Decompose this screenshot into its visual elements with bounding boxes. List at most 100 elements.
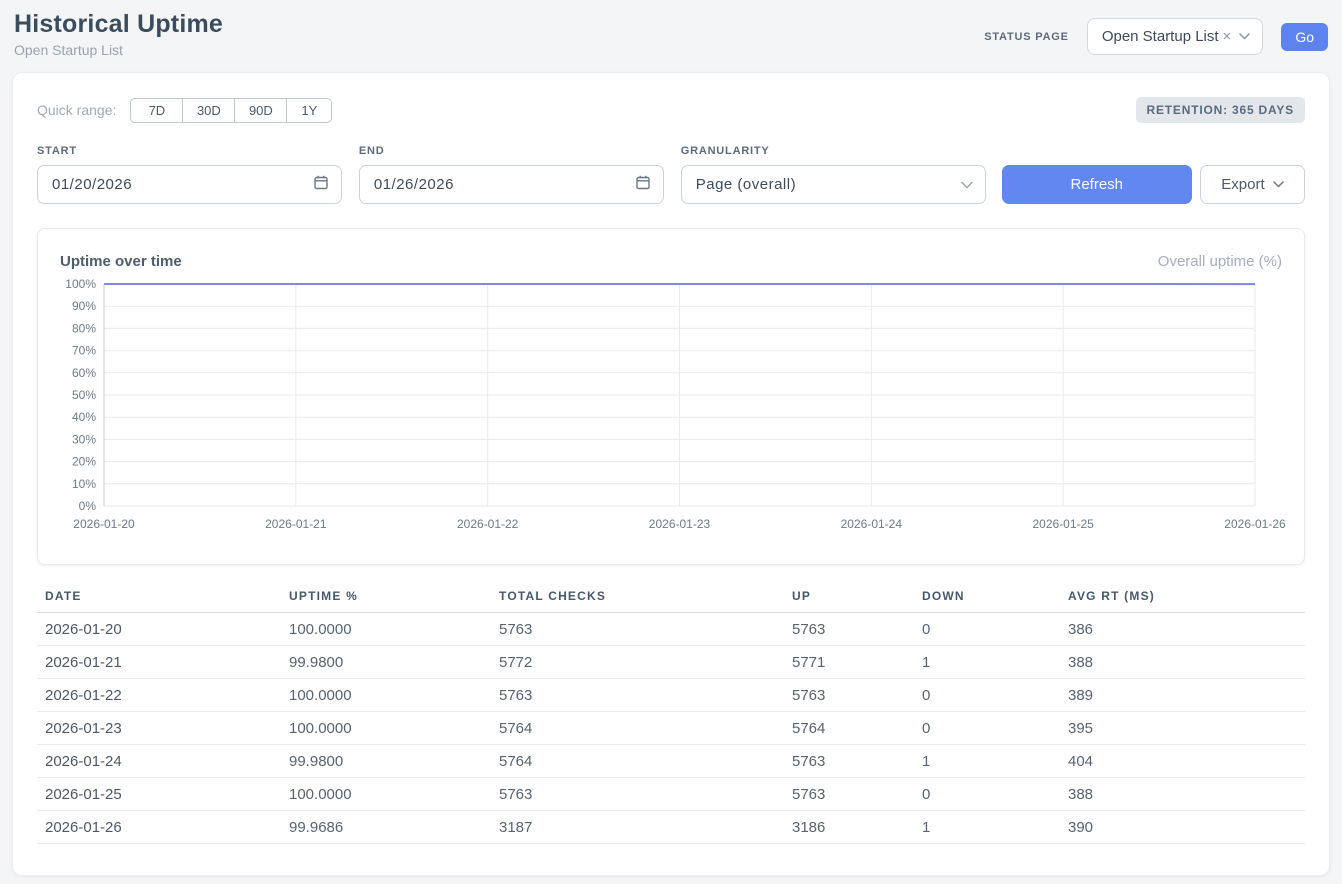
table-cell: 5763: [784, 621, 914, 638]
table-cell: 5764: [491, 720, 784, 737]
svg-text:30%: 30%: [72, 432, 96, 446]
table-cell: 5772: [491, 654, 784, 671]
quick-range-1y-button[interactable]: 1Y: [286, 98, 332, 123]
table-body: 2026-01-20100.00005763576303862026-01-21…: [37, 613, 1305, 844]
table-cell: 5771: [784, 654, 914, 671]
svg-text:2026-01-20: 2026-01-20: [73, 517, 135, 531]
chart-title: Uptime over time: [60, 253, 182, 270]
table-cell: 389: [1060, 687, 1305, 704]
svg-text:20%: 20%: [72, 455, 96, 469]
table-row: 2026-01-2699.9686318731861390: [37, 811, 1305, 844]
uptime-chart-card: Uptime over time Overall uptime (%) 0% 10…: [37, 228, 1305, 565]
go-button[interactable]: Go: [1281, 23, 1328, 51]
column-header-down: DOWN: [914, 589, 1060, 603]
table-cell: 388: [1060, 786, 1305, 803]
svg-text:2026-01-26: 2026-01-26: [1224, 517, 1286, 531]
svg-text:70%: 70%: [72, 344, 96, 358]
column-header-avg-rt: AVG RT (MS): [1060, 589, 1305, 603]
main-panel: Quick range: 7D 30D 90D 1Y RETENTION: 36…: [12, 72, 1330, 876]
table-cell: 5763: [491, 621, 784, 638]
table-cell: 1: [914, 654, 1060, 671]
uptime-chart-svg: 0%10%20%30%40%50%60%70%80%90%100%2026-01…: [38, 276, 1305, 536]
page-title: Historical Uptime: [14, 10, 223, 39]
table-cell: 0: [914, 786, 1060, 803]
table-row: 2026-01-22100.0000576357630389: [37, 679, 1305, 712]
status-page-select[interactable]: Open Startup List ×: [1087, 18, 1264, 55]
table-cell: 2026-01-20: [37, 621, 281, 638]
table-cell: 2026-01-22: [37, 687, 281, 704]
svg-text:80%: 80%: [72, 321, 96, 335]
table-cell: 100.0000: [281, 687, 491, 704]
retention-badge: RETENTION: 365 DAYS: [1136, 97, 1305, 123]
column-header-uptime: UPTIME %: [281, 589, 491, 603]
filter-controls-row: START 01/20/2026 END 01/26/2026 GRANULAR…: [37, 145, 1305, 204]
status-page-label: STATUS PAGE: [984, 31, 1069, 43]
table-cell: 404: [1060, 753, 1305, 770]
page-subtitle: Open Startup List: [14, 42, 223, 58]
svg-text:90%: 90%: [72, 299, 96, 313]
clear-selection-icon[interactable]: ×: [1223, 28, 1232, 45]
table-cell: 100.0000: [281, 720, 491, 737]
quick-range-30d-button[interactable]: 30D: [182, 98, 235, 123]
table-row: 2026-01-20100.0000576357630386: [37, 613, 1305, 646]
table-cell: 5763: [491, 687, 784, 704]
table-row: 2026-01-2499.9800576457631404: [37, 745, 1305, 778]
quick-range-label: Quick range:: [37, 102, 116, 118]
table-cell: 3186: [784, 819, 914, 836]
end-date-input[interactable]: 01/26/2026: [359, 165, 664, 204]
start-date-input[interactable]: 01/20/2026: [37, 165, 342, 204]
status-page-controls: STATUS PAGE Open Startup List × Go: [984, 18, 1328, 55]
table-cell: 99.9800: [281, 654, 491, 671]
table-cell: 5763: [491, 786, 784, 803]
granularity-selected-value: Page (overall): [696, 176, 796, 193]
table-cell: 99.9686: [281, 819, 491, 836]
column-header-up: UP: [784, 589, 914, 603]
calendar-icon[interactable]: [313, 174, 329, 195]
svg-text:0%: 0%: [79, 499, 97, 513]
granularity-select[interactable]: Page (overall): [681, 165, 986, 204]
table-cell: 5763: [784, 687, 914, 704]
refresh-button[interactable]: Refresh: [1002, 165, 1192, 204]
quick-range-90d-button[interactable]: 90D: [234, 98, 287, 123]
svg-text:60%: 60%: [72, 366, 96, 380]
table-cell: 0: [914, 720, 1060, 737]
table-row: 2026-01-2199.9800577257711388: [37, 646, 1305, 679]
table-cell: 386: [1060, 621, 1305, 638]
status-page-selected-value: Open Startup List: [1102, 28, 1219, 45]
quick-range-7d-button[interactable]: 7D: [130, 98, 183, 123]
table-cell: 0: [914, 687, 1060, 704]
top-header: Historical Uptime Open Startup List STAT…: [0, 0, 1342, 58]
calendar-icon[interactable]: [635, 174, 651, 195]
table-cell: 2026-01-25: [37, 786, 281, 803]
svg-text:10%: 10%: [72, 477, 96, 491]
table-header-row: DATE UPTIME % TOTAL CHECKS UP DOWN AVG R…: [37, 589, 1305, 613]
table-cell: 5763: [784, 753, 914, 770]
column-header-date: DATE: [37, 589, 281, 603]
svg-text:2026-01-23: 2026-01-23: [649, 517, 711, 531]
table-cell: 5764: [491, 753, 784, 770]
table-cell: 5763: [784, 786, 914, 803]
table-cell: 2026-01-26: [37, 819, 281, 836]
svg-text:40%: 40%: [72, 410, 96, 424]
chart-legend: Overall uptime (%): [1158, 253, 1282, 270]
start-date-value: 01/20/2026: [52, 176, 132, 193]
svg-text:2026-01-24: 2026-01-24: [841, 517, 903, 531]
quick-range-row: Quick range: 7D 30D 90D 1Y RETENTION: 36…: [37, 97, 1305, 123]
table-cell: 3187: [491, 819, 784, 836]
column-header-total-checks: TOTAL CHECKS: [491, 589, 784, 603]
svg-text:2026-01-21: 2026-01-21: [265, 517, 327, 531]
table-cell: 99.9800: [281, 753, 491, 770]
start-date-label: START: [37, 145, 342, 157]
svg-text:50%: 50%: [72, 388, 96, 402]
export-button-label: Export: [1221, 176, 1264, 193]
chevron-down-icon: [961, 181, 973, 189]
svg-text:2026-01-22: 2026-01-22: [457, 517, 519, 531]
export-button[interactable]: Export: [1200, 165, 1305, 204]
end-date-value: 01/26/2026: [374, 176, 454, 193]
uptime-table: DATE UPTIME % TOTAL CHECKS UP DOWN AVG R…: [37, 589, 1305, 844]
quick-range-group: 7D 30D 90D 1Y: [130, 98, 332, 123]
table-cell: 390: [1060, 819, 1305, 836]
table-cell: 1: [914, 753, 1060, 770]
table-cell: 2026-01-24: [37, 753, 281, 770]
table-cell: 100.0000: [281, 786, 491, 803]
